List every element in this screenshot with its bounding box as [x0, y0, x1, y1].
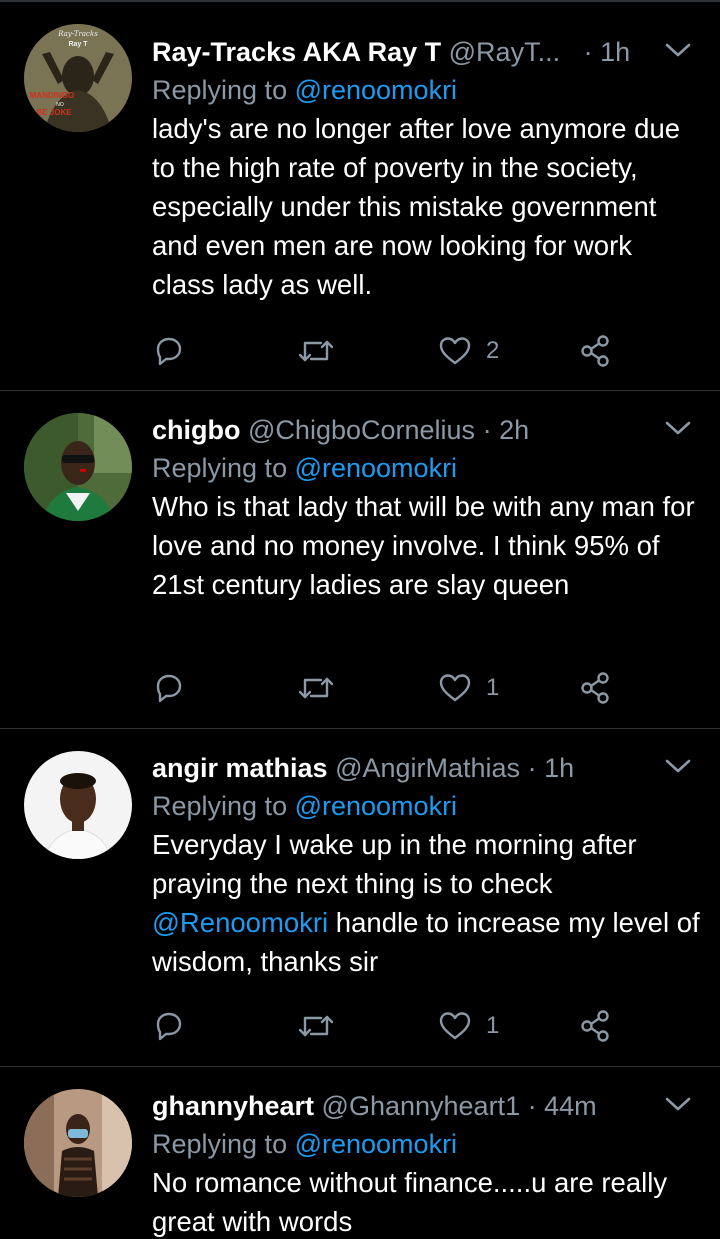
reply-mention-link[interactable]: @renoomokri — [295, 1129, 457, 1159]
tweet-header: chigbo @ChigboCornelius · 2h — [152, 408, 529, 452]
reply-icon — [156, 337, 182, 366]
replying-to: Replying to @renoomokri — [152, 1124, 457, 1164]
tweet-text-segment: No romance without finance.....u are rea… — [152, 1167, 668, 1237]
timestamp[interactable]: 1h — [544, 753, 574, 783]
tweet-text-segment: Who is that lady that will be with any m… — [152, 491, 695, 600]
like-count: 2 — [486, 337, 500, 364]
heart-icon — [439, 674, 471, 702]
display-name[interactable]: chigbo — [152, 415, 241, 445]
reply-icon — [156, 674, 182, 703]
tweet-header: ghannyheart @Ghannyheart1 · 44m — [152, 1084, 597, 1128]
display-name[interactable]: angir mathias — [152, 753, 328, 783]
replying-to: Replying to @renoomokri — [152, 786, 457, 826]
display-name[interactable]: ghannyheart — [152, 1091, 314, 1121]
tweet-2[interactable]: chigbo @ChigboCornelius · 2h Replying to… — [0, 391, 720, 729]
reply-button[interactable] — [152, 1004, 186, 1048]
avatar-caption: Ray-Tracks — [57, 30, 98, 38]
share-button[interactable] — [578, 666, 612, 710]
tweet-header: angir mathias @AngirMathias · 1h — [152, 746, 574, 790]
retweet-button[interactable] — [297, 1004, 335, 1048]
separator-dot: · — [527, 1091, 537, 1121]
like-button[interactable]: 1 — [438, 666, 499, 710]
tweet-text: lady's are no longer after love anymore … — [152, 109, 700, 304]
retweet-button[interactable] — [297, 329, 335, 373]
separator-dot: · — [482, 415, 492, 445]
tweet-3[interactable]: angir mathias @AngirMathias · 1h Replyin… — [0, 729, 720, 1067]
avatar-caption: MANDINGO — [30, 91, 74, 100]
avatar[interactable] — [24, 751, 132, 859]
like-button[interactable]: 2 — [438, 329, 499, 373]
chevron-down-icon[interactable] — [664, 756, 692, 776]
tweet-1[interactable]: Ray-Tracks Ray T MANDINGO NO BE JOKE Ray… — [0, 2, 720, 391]
reply-mention-link[interactable]: @renoomokri — [295, 791, 457, 821]
heart-icon — [439, 337, 471, 365]
heart-icon — [439, 1012, 471, 1040]
avatar-caption: Ray T — [68, 41, 88, 48]
tweet-actions: 1 — [152, 666, 712, 710]
share-icon — [581, 335, 609, 367]
retweet-icon — [298, 677, 334, 699]
replying-to-label: Replying to — [152, 453, 295, 483]
avatar[interactable]: Ray-Tracks Ray T MANDINGO NO BE JOKE — [24, 24, 132, 132]
tweet-header: Ray-Tracks AKA Ray T @RayT... · 1h — [152, 30, 630, 74]
user-handle[interactable]: @ChigboCornelius — [248, 415, 475, 445]
like-count: 1 — [486, 1012, 500, 1039]
reply-mention-link[interactable]: @renoomokri — [295, 453, 457, 483]
avatar[interactable] — [24, 413, 132, 521]
user-handle[interactable]: @AngirMathias — [335, 753, 520, 783]
like-button[interactable]: 1 — [438, 1004, 499, 1048]
share-button[interactable] — [578, 329, 612, 373]
tweet-text-segment: lady's are no longer after love anymore … — [152, 113, 681, 300]
user-handle[interactable]: @RayT... — [449, 37, 560, 67]
tweet-text: No romance without finance.....u are rea… — [152, 1163, 700, 1239]
reply-mention-link[interactable]: @renoomokri — [295, 75, 457, 105]
chevron-down-icon[interactable] — [664, 40, 692, 60]
separator-dot: · — [583, 37, 593, 67]
share-button[interactable] — [578, 1004, 612, 1048]
share-icon — [581, 672, 609, 704]
replying-to: Replying to @renoomokri — [152, 448, 457, 488]
like-count: 1 — [486, 674, 500, 701]
retweet-icon — [298, 1015, 334, 1037]
replying-to: Replying to @renoomokri — [152, 70, 457, 110]
retweet-button[interactable] — [297, 666, 335, 710]
user-handle[interactable]: @Ghannyheart1 — [322, 1091, 521, 1121]
tweet-actions: 1 — [152, 1004, 712, 1048]
tweet-text: Who is that lady that will be with any m… — [152, 487, 700, 604]
display-name[interactable]: Ray-Tracks AKA Ray T — [152, 37, 441, 67]
chevron-down-icon[interactable] — [664, 418, 692, 438]
avatar[interactable] — [24, 1089, 132, 1197]
timestamp[interactable]: 44m — [544, 1091, 597, 1121]
reply-icon — [156, 1012, 182, 1041]
tweet-text-segment: Everyday I wake up in the morning after … — [152, 829, 637, 899]
tweet-4[interactable]: ghannyheart @Ghannyheart1 · 44m Replying… — [0, 1067, 720, 1239]
tweet-mention-link[interactable]: @Renoomokri — [152, 907, 328, 938]
chevron-down-icon[interactable] — [664, 1094, 692, 1114]
tweet-text: Everyday I wake up in the morning after … — [152, 825, 700, 981]
separator-dot: · — [527, 753, 537, 783]
avatar-caption: BE JOKE — [36, 108, 72, 117]
replying-to-label: Replying to — [152, 791, 295, 821]
timestamp[interactable]: 1h — [600, 37, 630, 67]
timestamp[interactable]: 2h — [499, 415, 529, 445]
tweet-actions: 2 — [152, 329, 712, 373]
retweet-icon — [298, 340, 334, 362]
share-icon — [581, 1010, 609, 1042]
reply-button[interactable] — [152, 666, 186, 710]
replying-to-label: Replying to — [152, 1129, 295, 1159]
reply-button[interactable] — [152, 329, 186, 373]
replying-to-label: Replying to — [152, 75, 295, 105]
